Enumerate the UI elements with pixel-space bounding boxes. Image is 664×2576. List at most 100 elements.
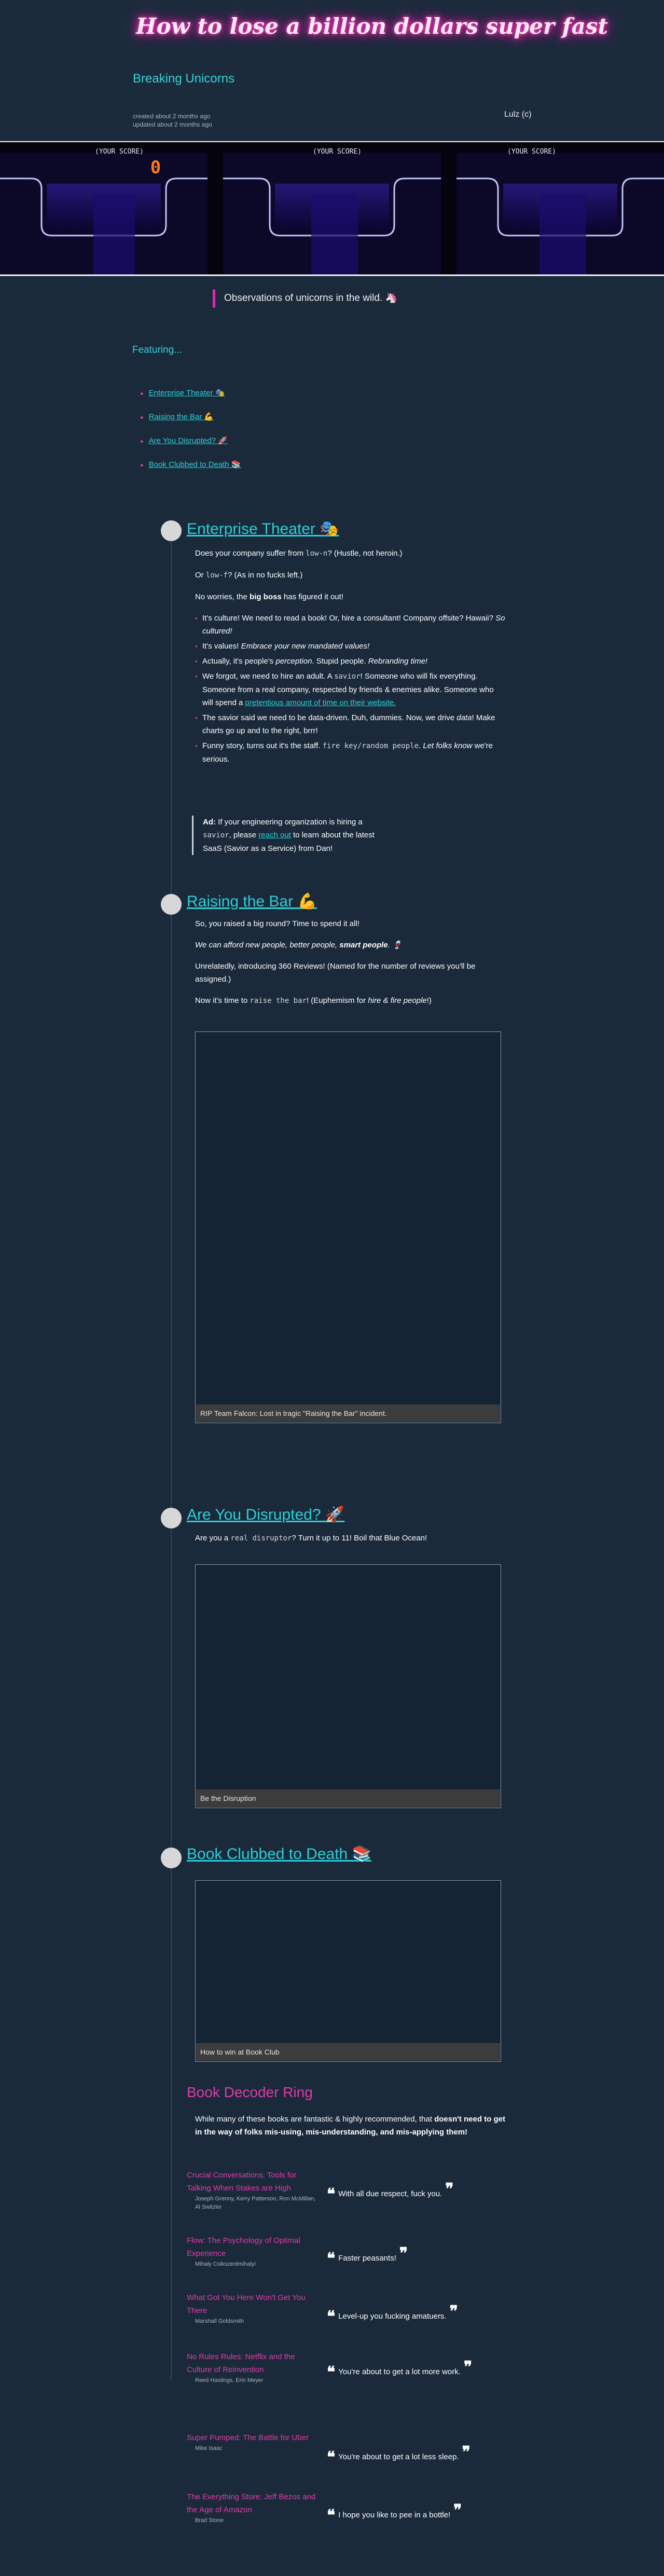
text: ? Turn it up to 11! Boil that Blue Ocean… — [292, 1534, 427, 1542]
text: has figured it out! — [281, 593, 343, 601]
open-quote-icon: ❝ — [327, 2185, 336, 2203]
toc-item-enterprise: ● Enterprise Theater 🎭 — [140, 388, 241, 412]
close-quote-icon: ❞ — [449, 2303, 458, 2321]
arcade-cabinet-2 — [223, 153, 441, 274]
timeline-dot — [161, 894, 182, 915]
toc-item-raising: ● Raising the Bar 💪 — [140, 412, 241, 436]
section-body-disrupted: Are you a real disruptor? Turn it up to … — [195, 1532, 506, 1553]
section-body-enterprise: Does your company suffer from low-n? (Hu… — [195, 547, 506, 774]
timeline-dot — [161, 520, 182, 541]
emphasis: data — [457, 713, 472, 722]
text: While many of these books are fantastic … — [195, 2115, 435, 2124]
website-link[interactable]: pretentious amount of time on their webs… — [245, 698, 396, 707]
hero-image: (YOUR SCORE) (YOUR SCORE) (YOUR SCORE) 0 — [0, 141, 664, 276]
paragraph: No worries, the big boss has figured it … — [195, 590, 506, 603]
toc-link-book[interactable]: Book Clubbed to Death 📚 — [149, 460, 241, 469]
book-title: Flow: The Psychology of Optimal Experien… — [187, 2236, 300, 2258]
open-quote-icon: ❝ — [327, 2250, 336, 2268]
text: , please — [229, 831, 259, 839]
text: ! (Euphemism for — [306, 996, 368, 1005]
inline-code: low-n — [306, 549, 328, 558]
site-header: How to lose a billion dollars super fast… — [0, 0, 664, 141]
text: ? (Hustle, not heroin.) — [327, 549, 403, 558]
inline-code: fire key/random people — [322, 742, 419, 750]
text: Are you a — [195, 1534, 231, 1542]
open-quote-icon: ❝ — [327, 2363, 336, 2381]
book-authors: Reed Hastings, Erin Meyer — [195, 2377, 264, 2384]
timeline-dot — [161, 1508, 182, 1528]
section-title-enterprise[interactable]: Enterprise Theater 🎭 — [187, 520, 339, 538]
section-title-raising-text[interactable]: Raising the Bar 💪 — [187, 893, 317, 910]
image-caption: Be the Disruption — [196, 1789, 500, 1807]
image-embed-book[interactable]: How to win at Book Club — [195, 1880, 501, 2062]
book-title: Super Pumped: The Battle for Uber — [187, 2433, 309, 2442]
section-title-book-text[interactable]: Book Clubbed to Death 📚 — [187, 1845, 371, 1863]
banner-accent-bar — [213, 290, 215, 308]
list-item: We forgot, we need to hire an adult. A s… — [195, 670, 506, 709]
paragraph: Are you a real disruptor? Turn it up to … — [195, 1532, 506, 1545]
close-quote-icon: ❞ — [453, 2501, 462, 2519]
emphasis: hire & fire people — [368, 996, 427, 1005]
site-title[interactable]: How to lose a billion dollars super fast — [136, 13, 608, 39]
paragraph: While many of these books are fantastic … — [195, 2113, 506, 2139]
decoder-intro: While many of these books are fantastic … — [195, 2113, 506, 2147]
toc-item-disrupted: ● Are You Disrupted? 🚀 — [140, 436, 241, 460]
book-title: The Everything Store: Jeff Bezos and the… — [187, 2492, 316, 2514]
page: How to lose a billion dollars super fast… — [0, 0, 664, 2576]
close-quote-icon: ❞ — [462, 2443, 471, 2461]
bullet-icon: ● — [140, 462, 144, 469]
section-title-book[interactable]: Book Clubbed to Death 📚 — [187, 1845, 371, 1863]
inline-code: savior — [203, 831, 229, 839]
paragraph: We can afford new people, better people,… — [195, 939, 506, 952]
ad-label: Ad: — [203, 818, 216, 826]
toc-item-book: ● Book Clubbed to Death 📚 — [140, 460, 241, 484]
book-authors: Marshall Goldsmith — [195, 2318, 244, 2324]
book-entry-6: The Everything Store: Jeff Bezos and the… — [187, 2490, 322, 2525]
text: Funny story, turns out it's the staff. — [202, 741, 323, 750]
created-timestamp: created about 2 months ago — [133, 113, 211, 120]
toc-link-enterprise[interactable]: Enterprise Theater 🎭 — [149, 389, 225, 397]
reach-out-link[interactable]: reach out — [258, 831, 291, 839]
book-quote-6: ❝ I hope you like to pee in a bottle! ❞ — [327, 2503, 514, 2524]
section-title-raising[interactable]: Raising the Bar 💪 — [187, 892, 317, 911]
bullet-list: It's culture! We need to read a book! Or… — [195, 612, 506, 766]
book-quote-4: ❝ You're about to get a lot more work. ❞ — [327, 2360, 482, 2380]
book-title: Crucial Conversations: Tools for Talking… — [187, 2171, 297, 2193]
toc-link-disrupted[interactable]: Are You Disrupted? 🚀 — [149, 436, 228, 445]
bullet-icon: ● — [140, 438, 144, 445]
book-authors: Brad Stone — [195, 2517, 224, 2524]
book-quote-2: ❝ Faster peasants! ❞ — [327, 2246, 514, 2267]
paragraph: Now it's time to raise the bar! (Euphemi… — [195, 994, 506, 1008]
section-title-enterprise-text[interactable]: Enterprise Theater 🎭 — [187, 520, 339, 538]
image-embed-raising[interactable]: RIP Team Falcon: Lost in tragic "Raising… — [195, 1031, 501, 1423]
section-title-disrupted-text[interactable]: Are You Disrupted? 🚀 — [187, 1506, 344, 1523]
score-label-1: (YOUR SCORE) — [95, 148, 144, 156]
section-title-disrupted[interactable]: Are You Disrupted? 🚀 — [187, 1506, 344, 1524]
text: Now it's time to — [195, 996, 250, 1005]
text: ? (As in no fucks left.) — [228, 571, 303, 580]
bullet-icon: ● — [140, 391, 144, 397]
bullet-icon: ● — [140, 415, 144, 421]
close-quote-icon: ❞ — [445, 2180, 454, 2198]
author-credit: Lulz (c) — [504, 110, 532, 119]
book-title: What Got You Here Won't Get You There — [187, 2293, 306, 2315]
inline-code: low-f — [205, 571, 228, 580]
book-entry-4: No Rules Rules: Netflix and the Culture … — [187, 2350, 322, 2385]
image-embed-disrupted[interactable]: Be the Disruption — [195, 1564, 501, 1808]
text: If your engineering organization is hiri… — [216, 818, 363, 826]
bold-emphasis: smart people — [339, 941, 388, 949]
book-title: No Rules Rules: Netflix and the Culture … — [187, 2352, 295, 2374]
updated-timestamp: updated about 2 months ago — [133, 121, 212, 128]
book-quote-5: ❝ You're about to get a lot less sleep. ❞ — [327, 2445, 514, 2465]
toc-link-raising[interactable]: Raising the Bar 💪 — [149, 412, 214, 421]
paragraph: Unrelatedly, introducing 360 Reviews! (N… — [195, 962, 476, 984]
open-quote-icon: ❝ — [327, 2448, 336, 2467]
open-quote-icon: ❝ — [327, 2308, 336, 2326]
open-quote-icon: ❝ — [327, 2506, 336, 2525]
book-entry-2: Flow: The Psychology of Optimal Experien… — [187, 2234, 322, 2268]
book-authors: Mihaly Csikszentmihalyi — [195, 2261, 256, 2267]
arcade-machines-illustration: (YOUR SCORE) (YOUR SCORE) (YOUR SCORE) 0 — [0, 142, 664, 274]
quote-text: With all due respect, fuck you. — [338, 2189, 442, 2198]
inline-code: real disruptor — [230, 1534, 292, 1542]
text: Does your company suffer from — [195, 549, 306, 558]
